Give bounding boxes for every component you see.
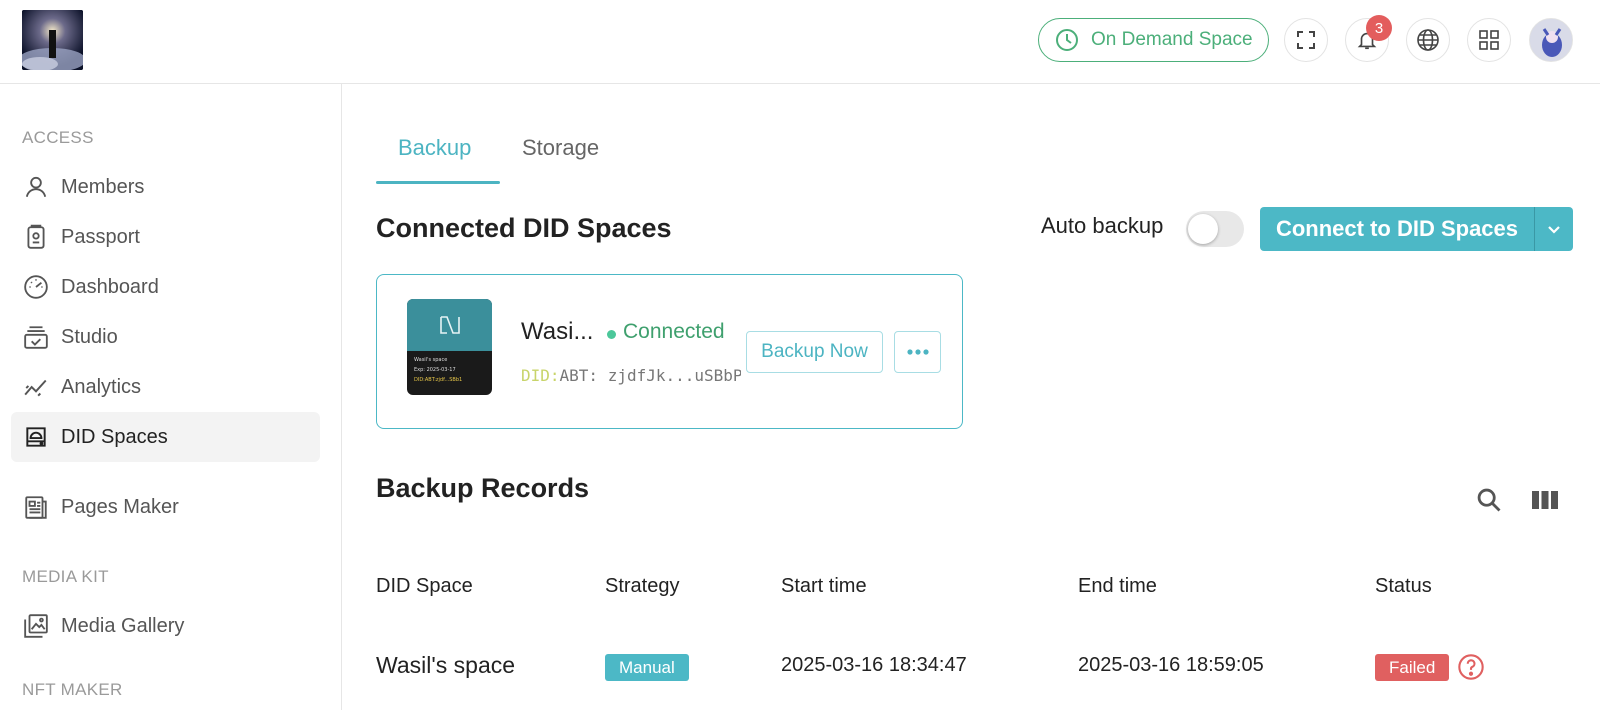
space-label: On Demand Space [1091, 29, 1253, 50]
search-icon [1477, 488, 1501, 512]
did-spaces-logo-icon [439, 316, 460, 334]
did-value: ABT: zjdfJk...uSBbP [559, 366, 741, 385]
sidebar-item-label: Pages Maker [61, 495, 179, 518]
sidebar-item-label: Studio [61, 325, 118, 348]
clock-icon [1056, 29, 1078, 51]
connect-dropdown-button[interactable] [1535, 220, 1573, 238]
column-header-start-time[interactable]: Start time [781, 575, 867, 598]
grid-icon [1479, 30, 1499, 50]
connection-status: Connected [623, 320, 725, 343]
help-circle-icon [1458, 654, 1484, 680]
sidebar-item-media-gallery[interactable]: Media Gallery [11, 601, 320, 651]
column-settings-button[interactable] [1531, 488, 1559, 517]
strategy-chip: Manual [605, 654, 689, 681]
section-title-media-kit: MEDIA KIT [22, 567, 109, 586]
sidebar: ACCESS Members Passport Dashboard Studio… [0, 84, 342, 710]
notifications-button[interactable]: 3 [1345, 15, 1392, 62]
chevron-down-icon [1548, 226, 1560, 234]
did-address: DID:ABT: zjdfJk...uSBbP [521, 366, 741, 388]
sidebar-item-label: Media Gallery [61, 614, 185, 637]
auto-backup-toggle[interactable] [1186, 211, 1244, 247]
cell-start-time: 2025-03-16 18:34:47 [781, 654, 967, 676]
user-avatar[interactable] [1529, 18, 1573, 62]
analytics-icon [24, 379, 47, 397]
did-prefix: DID: [521, 366, 560, 385]
more-horizontal-icon [906, 349, 929, 355]
tab-storage[interactable]: Storage [522, 135, 599, 161]
studio-icon [24, 326, 48, 349]
fullscreen-button[interactable] [1284, 18, 1328, 62]
fullscreen-icon [1297, 31, 1315, 49]
gallery-icon [24, 614, 48, 638]
space-thumbnail: Wasil's space Exp: 2025-03-17 DID:ABT:zj… [407, 299, 492, 395]
active-tab-indicator [376, 181, 500, 184]
connect-to-did-spaces-button[interactable]: Connect to DID Spaces [1260, 207, 1573, 251]
search-button[interactable] [1475, 486, 1503, 519]
sidebar-item-studio[interactable]: Studio [11, 312, 320, 362]
sidebar-item-dashboard[interactable]: Dashboard [11, 262, 320, 312]
toggle-knob [1188, 214, 1218, 244]
sidebar-item-label: Dashboard [61, 275, 159, 298]
column-header-did-space[interactable]: DID Space [376, 575, 473, 598]
app-logo[interactable] [22, 10, 83, 70]
status-chip: Failed [1375, 654, 1450, 681]
sidebar-item-label: DID Spaces [61, 425, 168, 448]
drive-icon [26, 427, 46, 447]
notification-badge: 3 [1366, 15, 1392, 41]
sidebar-item-did-spaces[interactable]: DID Spaces [11, 412, 320, 462]
auto-backup-label: Auto backup [1041, 213, 1164, 238]
apps-button[interactable] [1467, 18, 1511, 62]
error-help-button[interactable] [1457, 653, 1485, 686]
cell-end-time: 2025-03-16 18:59:05 [1078, 654, 1264, 676]
column-header-status[interactable]: Status [1375, 575, 1432, 598]
thumb-title: Wasil's space [414, 357, 448, 363]
sidebar-item-analytics[interactable]: Analytics [11, 362, 320, 412]
section-title-nft-maker: NFT MAKER [22, 680, 123, 699]
thumb-did: DID:ABT:zjdf...SBb1 [414, 377, 463, 383]
connect-label: Connect to DID Spaces [1275, 216, 1519, 241]
did-space-card: Wasil's space Exp: 2025-03-17 DID:ABT:zj… [376, 274, 963, 429]
tab-backup[interactable]: Backup [398, 135, 471, 161]
app-header: On Demand Space 3 [0, 0, 1600, 84]
section-title-access: ACCESS [22, 128, 94, 147]
language-button[interactable] [1406, 18, 1450, 62]
person-icon [25, 176, 47, 198]
column-header-strategy[interactable]: Strategy [605, 575, 679, 598]
sidebar-item-label: Members [61, 175, 145, 198]
sidebar-item-pages-maker[interactable]: Pages Maker [11, 482, 320, 532]
column-header-end-time[interactable]: End time [1078, 575, 1157, 598]
connected-spaces-title: Connected DID Spaces [376, 213, 672, 243]
backup-records-title: Backup Records [376, 473, 590, 503]
space-name: Wasi... [521, 318, 594, 345]
sidebar-item-members[interactable]: Members [11, 162, 320, 212]
thumb-exp: Exp: 2025-03-17 [414, 367, 456, 373]
columns-icon [1532, 491, 1558, 509]
cell-space: Wasil's space [376, 652, 516, 678]
backup-now-button[interactable]: Backup Now [746, 331, 883, 373]
passport-icon [27, 224, 45, 249]
sidebar-item-label: Analytics [61, 375, 142, 398]
sidebar-item-label: Passport [61, 225, 140, 248]
gauge-icon [24, 275, 48, 299]
sidebar-item-passport[interactable]: Passport [11, 212, 320, 262]
globe-icon [1417, 29, 1439, 51]
status-dot [607, 330, 616, 339]
more-options-button[interactable] [894, 331, 941, 373]
page-icon [25, 496, 47, 519]
on-demand-space-button[interactable]: On Demand Space [1038, 18, 1269, 62]
